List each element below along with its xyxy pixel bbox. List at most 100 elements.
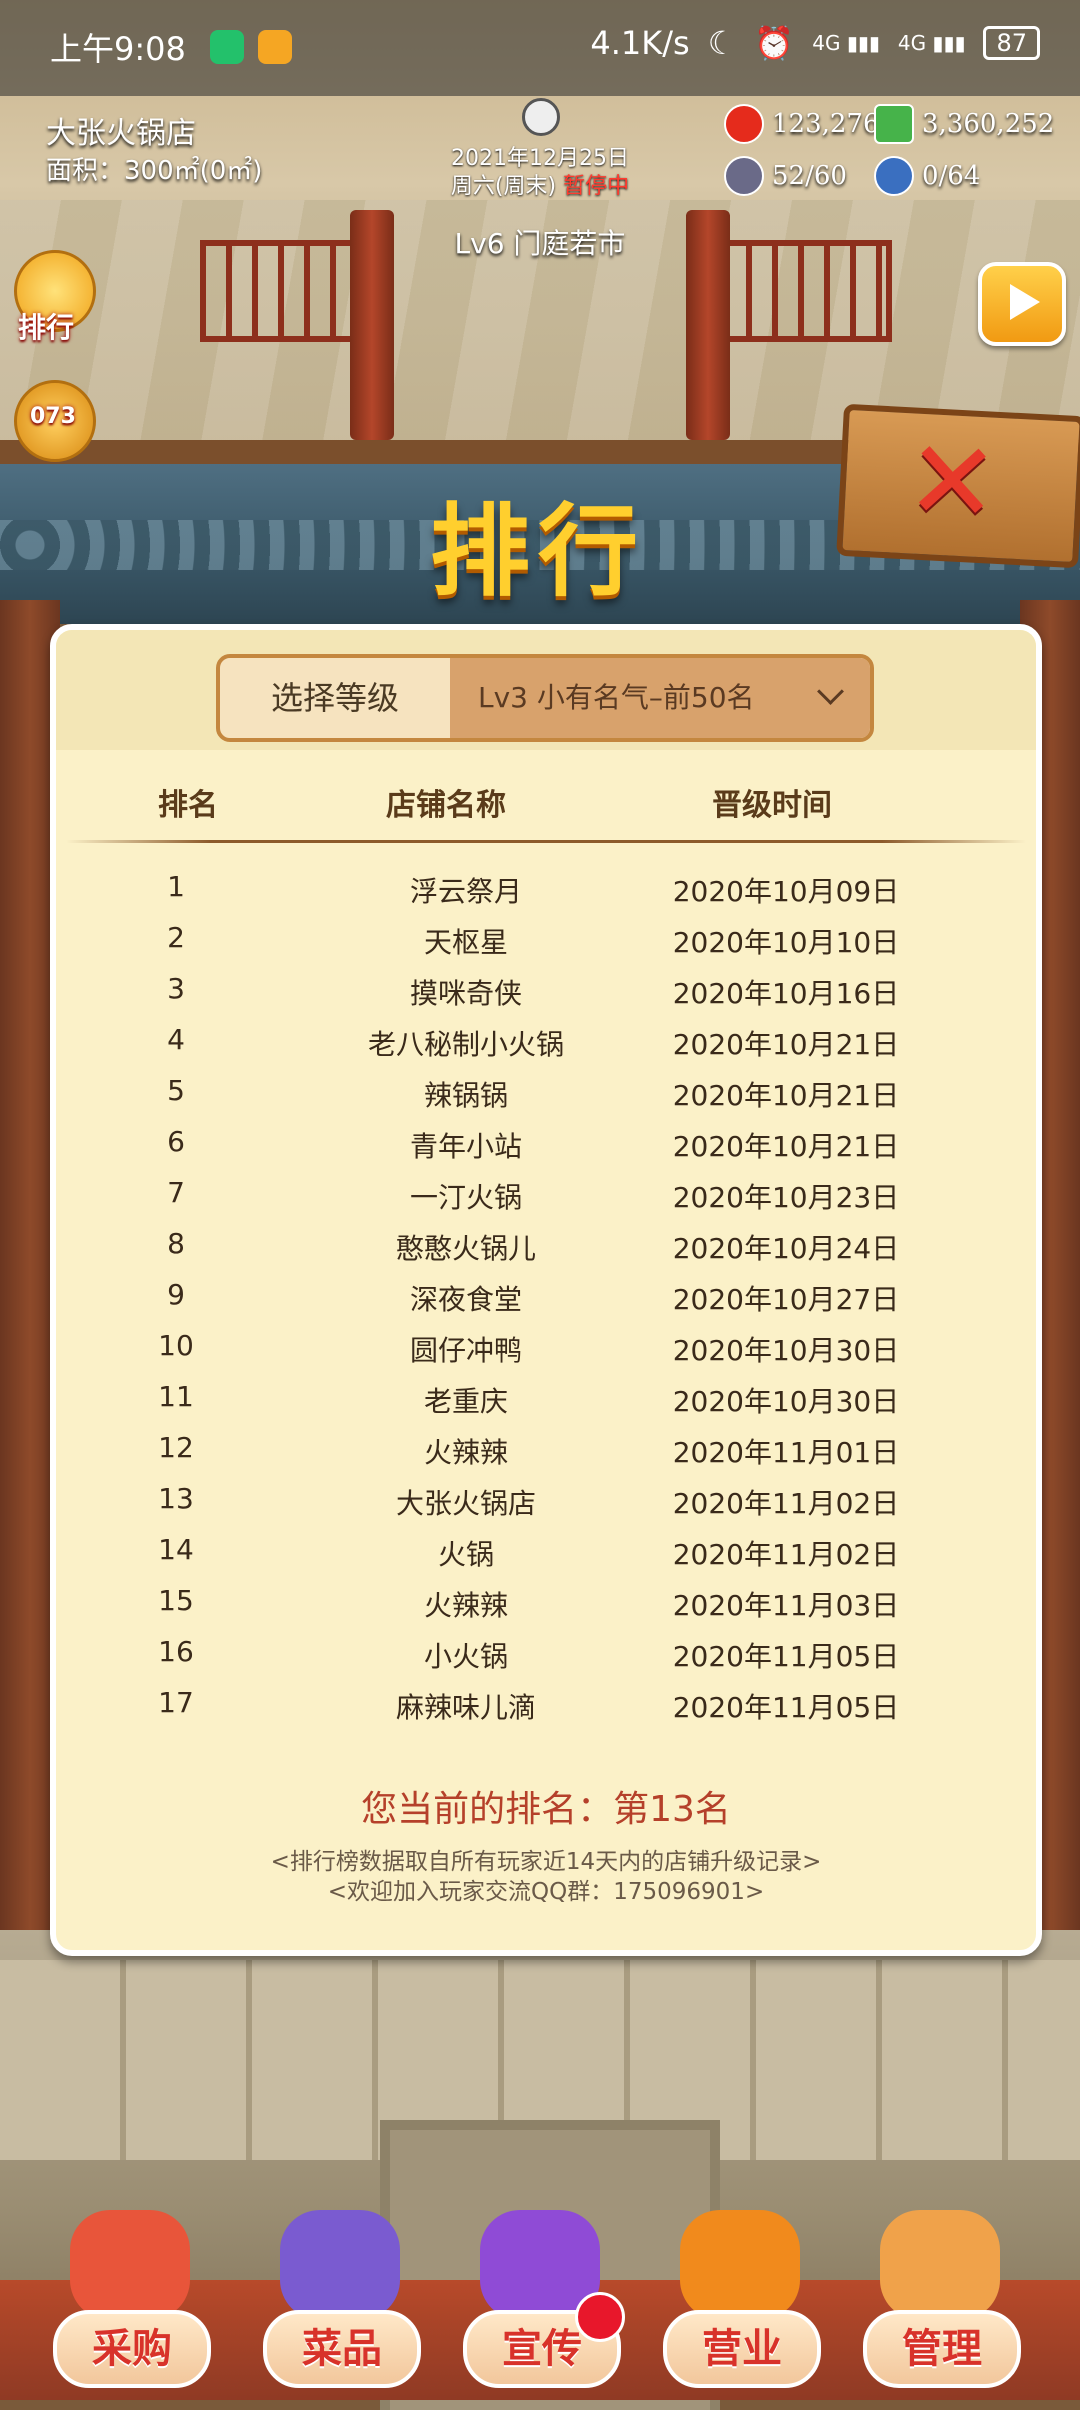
row-time: 2020年11月02日	[672, 1487, 900, 1520]
security-app-icon	[210, 30, 244, 64]
nav-button-4[interactable]: 营业	[655, 2180, 825, 2390]
row-rank: 1	[167, 870, 185, 903]
row-time: 2020年11月05日	[672, 1640, 900, 1673]
nav-button-2[interactable]: 菜品	[255, 2180, 425, 2390]
nav-button-5[interactable]: 管理	[855, 2180, 1025, 2390]
row-time: 2020年11月02日	[672, 1538, 900, 1571]
row-rank: 3	[167, 972, 185, 1005]
row-shop-name: 老重庆	[423, 1385, 508, 1418]
row-shop-name: 火锅	[437, 1538, 494, 1571]
timer-value: 073	[30, 404, 76, 429]
row-rank: 10	[158, 1329, 194, 1362]
shop-area: 面积：300㎡(0㎡)	[46, 156, 263, 186]
table-row: 12 火辣辣 2020年11月01日	[56, 1423, 1036, 1474]
nav-button-1[interactable]: 采购	[45, 2180, 215, 2390]
ranking-panel: 选择等级 Lv3 小有名气–前50名 排名 店铺名称 晋级时间 1 浮云祭月 202…	[50, 624, 1042, 1956]
row-rank: 5	[167, 1074, 185, 1107]
row-rank: 6	[167, 1125, 185, 1158]
page-title: 排行	[430, 493, 646, 610]
pillar-left	[350, 210, 394, 440]
staff-resource: 0/64	[874, 156, 980, 196]
shop-level: Lv6 门庭若市	[454, 227, 626, 260]
table-row: 17 麻辣味儿滴 2020年11月05日	[56, 1678, 1036, 1729]
network-speed: 4.1K/s	[590, 24, 690, 62]
table-header: 排名 店铺名称 晋级时间	[56, 780, 1036, 840]
lattice-window-left	[200, 240, 362, 342]
battery-icon: 87	[983, 26, 1040, 60]
row-time: 2020年10月24日	[672, 1232, 900, 1265]
nav-button-3[interactable]: 宣传	[455, 2180, 625, 2390]
row-rank: 9	[167, 1278, 185, 1311]
moon-icon: ☾	[707, 24, 737, 62]
row-rank: 12	[158, 1431, 194, 1464]
row-time: 2020年10月21日	[672, 1079, 900, 1112]
close-button[interactable]: ✕	[836, 403, 1080, 569]
header-divider	[66, 840, 1026, 843]
nav-label[interactable]: 管理	[863, 2310, 1021, 2388]
manager-icon[interactable]	[880, 2210, 1000, 2320]
row-rank: 13	[158, 1482, 194, 1515]
row-shop-name: 憨憨火锅儿	[395, 1232, 536, 1265]
row-rank: 17	[158, 1686, 194, 1719]
row-time: 2020年10月21日	[672, 1028, 900, 1061]
notes-app-icon	[258, 30, 292, 64]
staff-icon	[874, 156, 914, 196]
row-shop-name: 麻辣味儿滴	[395, 1691, 536, 1724]
row-shop-name: 小火锅	[423, 1640, 508, 1673]
table-row: 5 辣锅锅 2020年10月21日	[56, 1066, 1036, 1117]
row-shop-name: 圆仔冲鸭	[409, 1334, 522, 1367]
table-row: 16 小火锅 2020年11月05日	[56, 1627, 1036, 1678]
qq-group-note: <欢迎加入玩家交流QQ群：175096901>	[327, 1879, 765, 1905]
cash-icon	[874, 104, 914, 144]
table-row: 11 老重庆 2020年10月30日	[56, 1372, 1036, 1423]
row-shop-name: 深夜食堂	[409, 1283, 522, 1316]
row-shop-name: 火辣辣	[423, 1589, 508, 1622]
row-time: 2020年11月05日	[672, 1691, 900, 1724]
row-rank: 11	[158, 1380, 194, 1413]
cash-resource: 3,360,252	[874, 104, 1054, 144]
dish-icon[interactable]	[280, 2210, 400, 2320]
nav-label[interactable]: 采购	[53, 2310, 211, 2388]
shop-name: 大张火锅店	[46, 116, 196, 151]
table-row: 7 一汀火锅 2020年10月23日	[56, 1168, 1036, 1219]
pillar-right	[686, 210, 730, 440]
row-rank: 16	[158, 1635, 194, 1668]
header-name: 店铺名称	[386, 788, 506, 823]
notification-badge	[575, 2292, 625, 2342]
close-icon[interactable]: ✕	[903, 415, 1002, 548]
level-selector[interactable]: 选择等级 Lv3 小有名气–前50名	[216, 654, 874, 742]
row-time: 2020年10月10日	[672, 926, 900, 959]
status-right: 4.1K/s ☾ ⏰ 4G ▮▮▮ 4G ▮▮▮ 87	[590, 24, 1040, 62]
row-rank: 15	[158, 1584, 194, 1617]
table-row: 4 老八秘制小火锅 2020年10月21日	[56, 1015, 1036, 1066]
row-time: 2020年11月01日	[672, 1436, 900, 1469]
ranking-list[interactable]: 1 浮云祭月 2020年10月09日 2 天枢星 2020年10月10日 3 摸咪奇侠 2020…	[56, 862, 1036, 1747]
row-rank: 8	[167, 1227, 185, 1260]
table-row: 15 火辣辣 2020年11月03日	[56, 1576, 1036, 1627]
signal-icon: 4G ▮▮▮	[897, 31, 966, 55]
shop-icon[interactable]	[70, 2210, 190, 2320]
game-weekday: 周六(周末) 暂停中	[450, 174, 630, 199]
table-row: 13 大张火锅店 2020年11月02日	[56, 1474, 1036, 1525]
row-shop-name: 青年小站	[409, 1130, 522, 1163]
cloche-icon[interactable]	[680, 2210, 800, 2320]
alarm-clock-icon[interactable]	[522, 98, 560, 136]
row-time: 2020年10月27日	[672, 1283, 900, 1316]
row-time: 2020年11月03日	[672, 1589, 900, 1622]
car-icon	[724, 156, 764, 196]
table-row: 2 天枢星 2020年10月10日	[56, 913, 1036, 964]
tomato-resource: 123,276	[724, 104, 880, 144]
row-time: 2020年10月16日	[672, 977, 900, 1010]
tomato-icon	[724, 104, 764, 144]
nav-label[interactable]: 菜品	[263, 2310, 421, 2388]
table-row: 9 深夜食堂 2020年10月27日	[56, 1270, 1036, 1321]
level-selector-label: 选择等级	[270, 679, 399, 717]
row-shop-name: 摸咪奇侠	[409, 977, 522, 1010]
play-button[interactable]	[978, 262, 1066, 346]
paused-status: 暂停中	[563, 174, 630, 199]
nav-label[interactable]: 营业	[663, 2310, 821, 2388]
table-row: 14 火锅 2020年11月02日	[56, 1525, 1036, 1576]
level-dropdown[interactable]: Lv3 小有名气–前50名	[450, 658, 870, 738]
row-rank: 14	[158, 1533, 194, 1566]
rank-button-label[interactable]: 排行	[18, 306, 74, 346]
